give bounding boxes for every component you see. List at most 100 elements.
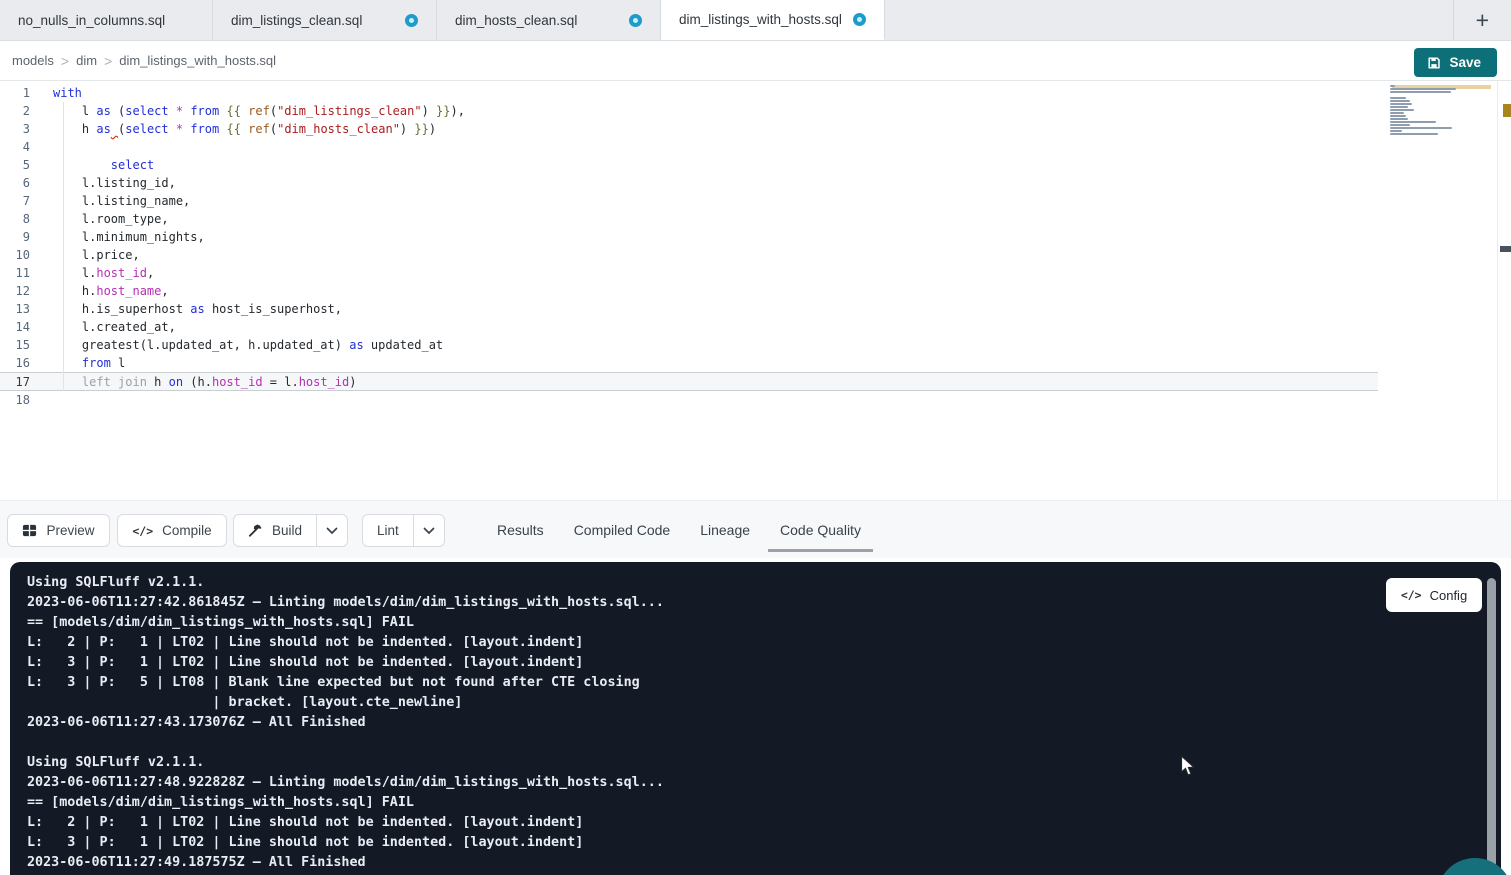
code-text: h.host_name, — [53, 282, 169, 300]
line-number: 9 — [0, 230, 30, 244]
build-dropdown-toggle[interactable] — [316, 515, 347, 546]
code-editor[interactable]: 1with2 l as (select * from {{ ref("dim_l… — [0, 81, 1497, 500]
line-number: 1 — [0, 86, 30, 100]
code-line: 11 l.host_id, — [0, 264, 1378, 282]
minimap[interactable] — [1390, 85, 1462, 139]
tab-label: dim_hosts_clean.sql — [455, 13, 577, 28]
chevron-down-icon — [326, 527, 338, 535]
code-line: 4 — [0, 138, 1378, 156]
code-text: l as (select * from {{ ref("dim_listings… — [53, 102, 465, 120]
lint-button[interactable]: Lint — [363, 515, 413, 546]
panel-tab-compiled-code[interactable]: Compiled Code — [574, 522, 671, 538]
line-number: 2 — [0, 104, 30, 118]
breadcrumb-segment[interactable]: models — [12, 53, 54, 68]
preview-button[interactable]: Preview — [7, 514, 110, 547]
terminal-line: 2023-06-06T11:27:42.861845Z — Linting mo… — [27, 593, 664, 613]
build-button[interactable]: Build — [234, 515, 316, 546]
line-number: 7 — [0, 194, 30, 208]
warning-marker — [1503, 104, 1511, 117]
code-text: with — [53, 84, 82, 102]
code-line: 16 from l — [0, 354, 1378, 372]
line-number: 10 — [0, 248, 30, 262]
code-line: 10 l.price, — [0, 246, 1378, 264]
file-tab[interactable]: dim_listings_clean.sql — [213, 0, 437, 40]
action-toolbar: Preview </> Compile Build Lint Resu — [0, 500, 1511, 558]
code-line: 14 l.created_at, — [0, 318, 1378, 336]
config-button[interactable]: </> Config — [1386, 578, 1482, 612]
code-text: greatest(l.updated_at, h.updated_at) as … — [53, 336, 443, 354]
breadcrumb: models>dim>dim_listings_with_hosts.sql — [12, 53, 276, 69]
save-floppy-icon — [1427, 56, 1441, 70]
code-line: 8 l.room_type, — [0, 210, 1378, 228]
lint-split-button: Lint — [362, 514, 445, 547]
terminal-line: L: 2 | P: 1 | LT02 | Line should not be … — [27, 813, 664, 833]
open-file-tabs: no_nulls_in_columns.sql dim_listings_clea… — [0, 0, 885, 40]
file-tab[interactable]: dim_listings_with_hosts.sql — [661, 0, 885, 40]
build-split-button: Build — [233, 514, 348, 547]
unsaved-changes-icon — [405, 14, 418, 27]
line-number: 15 — [0, 338, 30, 352]
code-line: 1 with — [0, 84, 1378, 102]
unsaved-changes-icon — [629, 14, 642, 27]
lint-label: Lint — [377, 523, 399, 538]
code-brackets-icon: </> — [132, 524, 153, 538]
code-line: 12 h.host_name, — [0, 282, 1378, 300]
code-text: l.minimum_nights, — [53, 228, 205, 246]
editor-lines: 1with2 l as (select * from {{ ref("dim_l… — [0, 84, 1378, 409]
terminal-line: L: 2 | P: 1 | LT02 | Line should not be … — [27, 633, 664, 653]
line-number: 11 — [0, 266, 30, 280]
code-line: 2 l as (select * from {{ ref("dim_listin… — [0, 102, 1378, 120]
save-label: Save — [1449, 55, 1481, 70]
line-number: 6 — [0, 176, 30, 190]
terminal-line: Using SQLFluff v2.1.1. — [27, 753, 664, 773]
preview-label: Preview — [46, 523, 94, 538]
file-tab[interactable]: no_nulls_in_columns.sql — [0, 0, 213, 40]
code-line: 9 l.minimum_nights, — [0, 228, 1378, 246]
new-tab-button[interactable]: + — [1476, 9, 1489, 32]
line-number: 8 — [0, 212, 30, 226]
line-number: 14 — [0, 320, 30, 334]
terminal-line: | bracket. [layout.cte_newline] — [27, 693, 664, 713]
compile-label: Compile — [162, 523, 212, 538]
code-text: left join h on (h.host_id = l.host_id) — [53, 373, 357, 391]
compile-button[interactable]: </> Compile — [117, 514, 227, 547]
code-line: 3 h as (select * from {{ ref("dim_hosts_… — [0, 120, 1378, 138]
line-number: 16 — [0, 356, 30, 370]
terminal-line: 2023-06-06T11:27:49.187575Z — All Finish… — [27, 853, 664, 873]
terminal-line: == [models/dim/dim_listings_with_hosts.s… — [27, 613, 664, 633]
panel-tab-lineage[interactable]: Lineage — [700, 522, 750, 538]
terminal-line — [27, 733, 664, 753]
line-number: 3 — [0, 122, 30, 136]
file-tab[interactable]: dim_hosts_clean.sql — [437, 0, 661, 40]
panel-tab-results[interactable]: Results — [497, 522, 544, 538]
code-line: 18 — [0, 391, 1378, 409]
breadcrumb-separator-icon: > — [61, 53, 69, 69]
indent-guide — [63, 102, 64, 391]
line-number: 13 — [0, 302, 30, 316]
lint-output-terminal: Using SQLFluff v2.1.1.2023-06-06T11:27:4… — [10, 562, 1501, 875]
terminal-scrollbar[interactable] — [1487, 578, 1496, 875]
line-number: 12 — [0, 284, 30, 298]
table-preview-icon — [22, 523, 37, 538]
breadcrumb-segment[interactable]: dim — [76, 53, 97, 68]
code-line: 7 l.listing_name, — [0, 192, 1378, 210]
unsaved-changes-icon — [853, 13, 866, 26]
code-line: 13 h.is_superhost as host_is_superhost, — [0, 300, 1378, 318]
code-text: l.room_type, — [53, 210, 169, 228]
terminal-line: 2023-06-06T11:27:48.922828Z — Linting mo… — [27, 773, 664, 793]
cursor-position-marker — [1500, 246, 1511, 252]
save-button[interactable]: Save — [1414, 48, 1497, 77]
line-number: 17 — [0, 375, 30, 389]
code-text: l.created_at, — [53, 318, 176, 336]
panel-tab-code-quality[interactable]: Code Quality — [780, 522, 861, 538]
line-number: 4 — [0, 140, 30, 154]
terminal-line: Using SQLFluff v2.1.1. — [27, 573, 664, 593]
code-text: h as (select * from {{ ref("dim_hosts_cl… — [53, 120, 436, 138]
line-number: 5 — [0, 158, 30, 172]
code-line: 17 left join h on (h.host_id = l.host_id… — [0, 372, 1378, 391]
breadcrumb-segment[interactable]: dim_listings_with_hosts.sql — [119, 53, 276, 68]
code-text: l.host_id, — [53, 264, 154, 282]
tab-label: no_nulls_in_columns.sql — [18, 13, 165, 28]
tab-label: dim_listings_with_hosts.sql — [679, 12, 842, 27]
lint-dropdown-toggle[interactable] — [413, 515, 444, 546]
